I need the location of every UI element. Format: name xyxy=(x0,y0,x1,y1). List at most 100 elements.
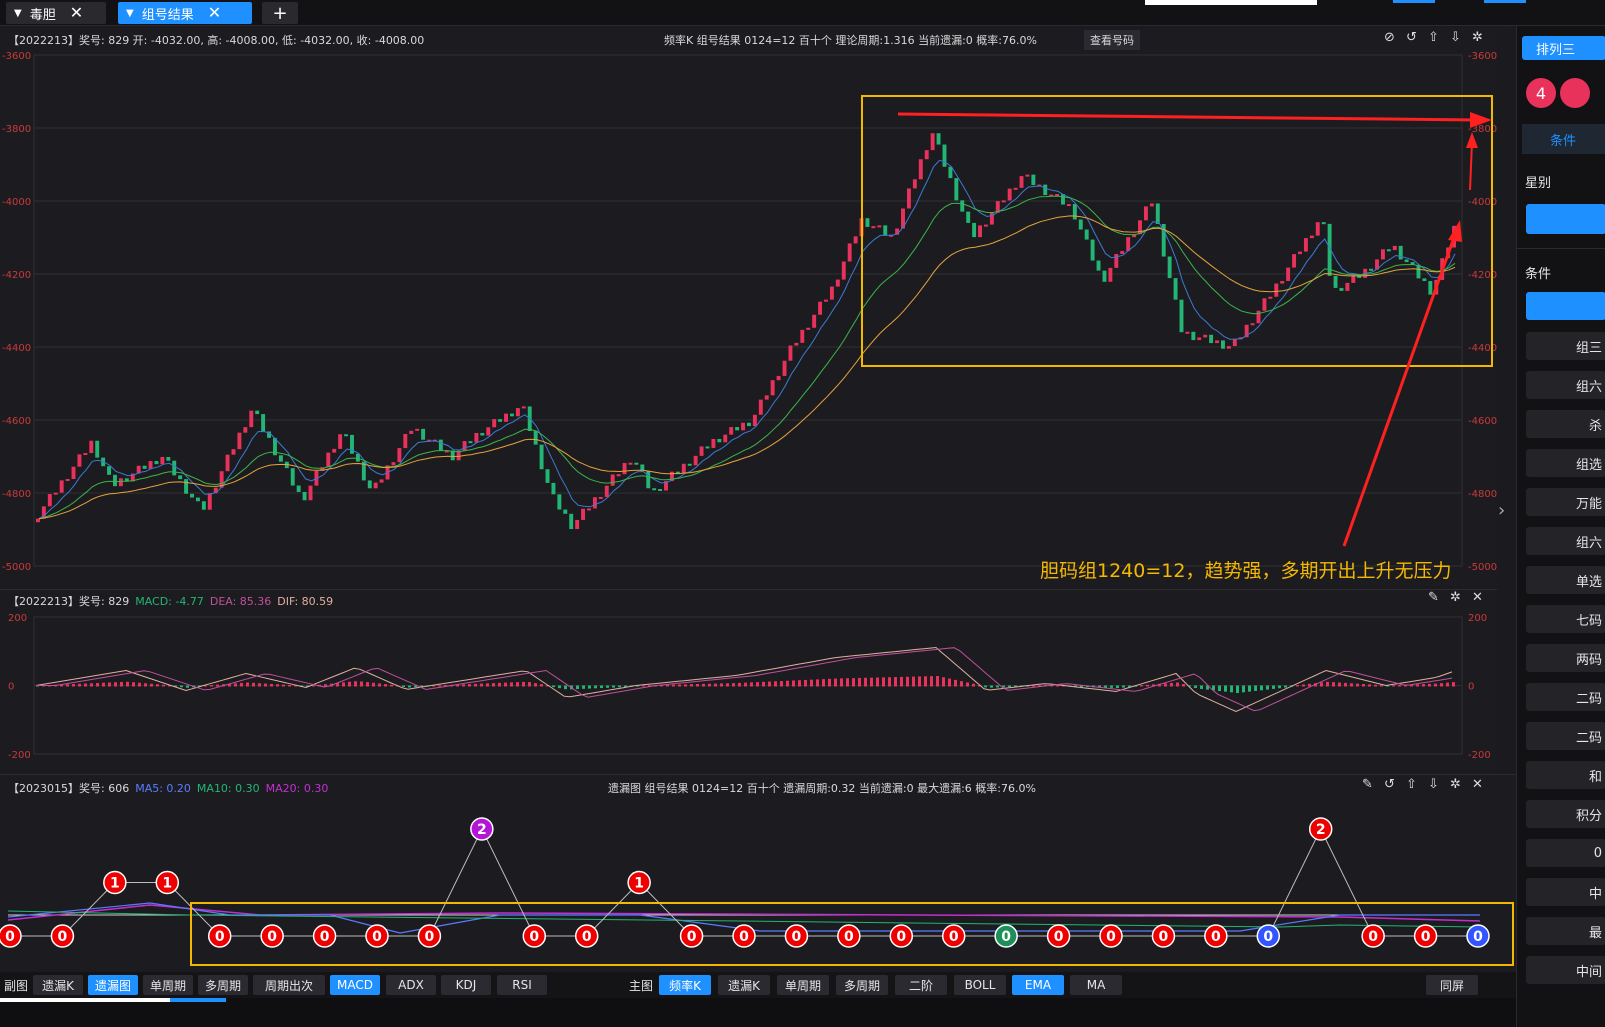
condition-item[interactable]: 和 xyxy=(1526,761,1605,789)
macd-bar xyxy=(690,684,693,687)
candle xyxy=(705,446,710,449)
macd-panel[interactable]: 【2022213】奖号: 829 MACD: -4.77 DEA: 85.36 DIF… xyxy=(0,589,1497,771)
subchart-button[interactable]: 遗漏图 xyxy=(88,975,138,995)
condition-item[interactable]: 单选 xyxy=(1526,566,1605,594)
condition-item[interactable]: 组三 xyxy=(1526,332,1605,360)
tab-group-result[interactable]: ▼ 组号结果 ✕ xyxy=(118,2,252,24)
condition-item[interactable]: 中 xyxy=(1526,878,1605,906)
mainchart-button[interactable]: 二阶 xyxy=(895,975,947,995)
mainchart-button[interactable]: MA xyxy=(1070,975,1122,995)
y-tick-label: -4800 xyxy=(2,489,31,500)
tab-dudan[interactable]: ▼ 毒胆 ✕ xyxy=(6,2,106,24)
macd-bar xyxy=(1140,685,1143,687)
same-screen-button[interactable]: 同屏 xyxy=(1426,975,1478,995)
subchart-button[interactable]: KDJ xyxy=(441,975,491,995)
right-panel: 排列三 4 条件 星别 条件 组三 组六杀组选 万能 组六 单选 七码 两码 二码 二码和积分 0… xyxy=(1516,26,1605,1027)
candle xyxy=(1084,229,1089,240)
condition-item[interactable]: 组选 xyxy=(1526,449,1605,477)
macd-bar xyxy=(246,682,249,687)
collapse-panel-icon[interactable]: › xyxy=(1498,500,1505,521)
candle xyxy=(1209,334,1214,344)
candle xyxy=(498,419,503,422)
candle xyxy=(1321,222,1326,225)
condition-item[interactable]: 杀 xyxy=(1526,410,1605,438)
mainchart-button[interactable]: EMA xyxy=(1012,975,1064,995)
candle xyxy=(1090,239,1095,261)
subchart-button[interactable]: ADX xyxy=(386,975,436,995)
condition-item[interactable]: 两码 xyxy=(1526,644,1605,672)
star-select-button[interactable] xyxy=(1526,204,1605,234)
condition-item[interactable]: 七码 xyxy=(1526,605,1605,633)
condition-item[interactable]: 二码 xyxy=(1526,722,1605,750)
subchart-button[interactable]: 多周期 xyxy=(198,975,248,995)
tab-condition[interactable]: 条件 xyxy=(1522,124,1605,154)
miss-chart-panel[interactable]: 【2023015】奖号: 606 MA5: 0.20 MA10: 0.30 MA20:… xyxy=(0,774,1516,970)
candle xyxy=(47,494,52,507)
mainchart-button[interactable]: 多周期 xyxy=(836,975,888,995)
condition-item[interactable]: 0 xyxy=(1526,839,1605,867)
macd-bar xyxy=(912,676,915,687)
scroll-thumb[interactable] xyxy=(170,998,226,1002)
macd-bar xyxy=(378,683,381,687)
macd-bar xyxy=(990,685,993,688)
condition-item[interactable]: 最 xyxy=(1526,917,1605,945)
dea-line xyxy=(36,647,1453,712)
candle xyxy=(717,438,722,443)
subchart-button[interactable]: 遗漏K xyxy=(33,975,83,995)
chevron-down-icon[interactable]: ▼ xyxy=(126,8,134,19)
macd-bar xyxy=(1278,685,1281,689)
candle xyxy=(681,463,686,474)
condition-item[interactable]: 二码 xyxy=(1526,683,1605,711)
candle xyxy=(1007,188,1012,201)
macd-bar xyxy=(1446,682,1449,687)
sub-chart-label: 副图 xyxy=(4,978,29,993)
candle xyxy=(1120,251,1125,254)
main-kline-chart[interactable]: 【2022213】奖号: 829 开: -4032.00, 高: -4008.0… xyxy=(0,28,1497,586)
condition-item[interactable]: 组六 xyxy=(1526,371,1605,399)
subchart-button[interactable]: 周期出次 xyxy=(253,975,325,995)
mainchart-button[interactable]: 频率K xyxy=(659,975,711,995)
candle xyxy=(421,428,426,440)
mainchart-button[interactable]: BOLL xyxy=(954,975,1006,995)
condition-item[interactable]: 积分 xyxy=(1526,800,1605,828)
condition-item[interactable]: 组六 xyxy=(1526,527,1605,555)
subchart-button[interactable]: RSI xyxy=(497,975,547,995)
macd-bar xyxy=(540,684,543,687)
subchart-button[interactable]: 单周期 xyxy=(143,975,193,995)
macd-bar xyxy=(1296,685,1299,687)
highlight-box xyxy=(861,95,1493,367)
macd-bar xyxy=(720,683,723,687)
macd-bar xyxy=(732,683,735,687)
macd-bar xyxy=(1356,683,1359,687)
mainchart-button[interactable]: 单周期 xyxy=(777,975,829,995)
lottery-type-button[interactable]: 排列三 xyxy=(1522,36,1605,60)
chevron-down-icon[interactable]: ▼ xyxy=(14,8,22,19)
badge: 4 xyxy=(1526,78,1556,108)
candle xyxy=(824,299,828,302)
candle xyxy=(1398,245,1403,260)
macd-bar xyxy=(780,681,783,687)
add-tab-button[interactable]: + xyxy=(262,2,298,24)
subchart-button[interactable]: MACD xyxy=(330,975,380,995)
candle xyxy=(148,461,153,469)
macd-bar xyxy=(186,685,189,688)
macd-bar xyxy=(756,682,759,687)
candle xyxy=(1268,296,1273,299)
candle xyxy=(480,432,485,436)
candle xyxy=(1333,275,1338,288)
candle xyxy=(373,482,378,489)
macd-bar xyxy=(678,684,681,687)
candle xyxy=(113,474,117,487)
close-icon[interactable]: ✕ xyxy=(70,5,83,21)
macd-bar xyxy=(390,684,393,687)
condition-item[interactable]: 中间 xyxy=(1526,956,1605,984)
condition-item[interactable]: 万能 xyxy=(1526,488,1605,516)
macd-bar xyxy=(108,682,111,687)
y-tick-label: -4800 xyxy=(1468,489,1497,500)
close-icon[interactable]: ✕ xyxy=(208,5,221,21)
macd-bar xyxy=(792,680,795,687)
mainchart-button[interactable]: 遗漏K xyxy=(718,975,770,995)
condition-active-button[interactable] xyxy=(1526,292,1605,320)
macd-bar xyxy=(840,678,843,687)
miss-node-label: 0 xyxy=(267,929,277,945)
